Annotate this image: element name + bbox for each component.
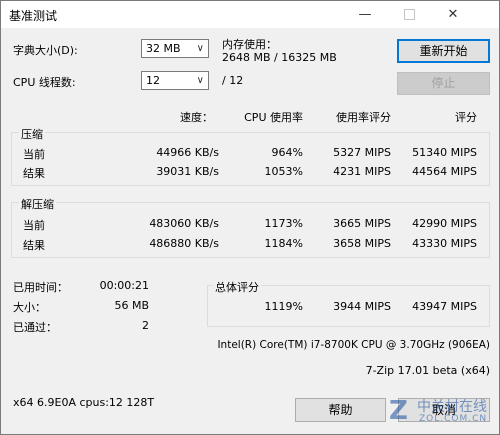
cpu-info: Intel(R) Core(TM) i7-8700K CPU @ 3.70GHz… [217, 339, 490, 351]
zol-logo-icon: Z [389, 396, 408, 426]
window-title: 基准测试 [9, 9, 58, 23]
elapsed-time-label: 已用时间： [13, 281, 68, 294]
cpu-usage-value: 1184% [264, 237, 303, 250]
dict-size-select[interactable]: 32 MB ∨ [141, 39, 209, 58]
zol-watermark: Z 中关村在线 ZOL.COM.CN [389, 394, 497, 432]
memory-usage-value: 2648 MB / 16325 MB [222, 51, 337, 64]
total-cpu-usage-value: 1119% [264, 300, 303, 313]
size-label: 大小： [13, 301, 46, 314]
rating-usage-value: 3665 MIPS [333, 217, 391, 230]
col-speed-header: 速度： [180, 111, 213, 124]
rating-usage-value: 5327 MIPS [333, 146, 391, 159]
total-rating-usage-value: 3944 MIPS [333, 300, 391, 313]
watermark-cn: 中关村在线 [417, 399, 487, 415]
help-button[interactable]: 帮助 [295, 398, 386, 422]
rating-usage-value: 4231 MIPS [333, 165, 391, 178]
rating-value: 51340 MIPS [412, 146, 477, 159]
system-info: x64 6.9E0A cpus:12 128T [13, 396, 155, 409]
passes-label: 已通过： [13, 321, 57, 334]
chevron-down-icon: ∨ [196, 43, 204, 54]
cpu-usage-value: 1173% [264, 217, 303, 230]
row-label: 结果 [23, 239, 45, 252]
cpu-threads-total: / 12 [222, 74, 244, 87]
size-value: 56 MB [114, 299, 149, 312]
rating-usage-value: 3658 MIPS [333, 237, 391, 250]
rating-value: 43330 MIPS [412, 237, 477, 250]
version-info: 7-Zip 17.01 beta (x64) [365, 364, 490, 377]
total-rating-title: 总体评分 [213, 279, 261, 295]
cpu-usage-value: 964% [271, 146, 303, 159]
restart-button[interactable]: 重新开始 [397, 39, 490, 63]
row-label: 当前 [23, 148, 45, 161]
cpu-threads-value: 12 [146, 74, 160, 87]
chevron-down-icon: ∨ [196, 75, 204, 86]
close-icon[interactable]: ✕ [431, 1, 475, 28]
row-label: 结果 [23, 167, 45, 180]
compress-title: 压缩 [19, 126, 45, 142]
cpu-threads-select[interactable]: 12 ∨ [141, 71, 209, 90]
col-cpu-usage-header: CPU 使用率 [244, 111, 303, 124]
dict-size-label: 字典大小(D): [13, 44, 78, 57]
benchmark-window: 基准测试 — ✕ 字典大小(D): 32 MB ∨ 内存使用： 2648 MB … [0, 0, 500, 435]
minimize-icon[interactable]: — [343, 1, 387, 28]
speed-value: 483060 KB/s [149, 217, 219, 230]
dict-size-value: 32 MB [146, 42, 181, 55]
speed-value: 44966 KB/s [156, 146, 219, 159]
cpu-usage-value: 1053% [264, 165, 303, 178]
passes-value: 2 [142, 319, 149, 332]
row-label: 当前 [23, 219, 45, 232]
col-rating-header: 评分 [455, 111, 477, 124]
rating-value: 44564 MIPS [412, 165, 477, 178]
col-rating-usage-header: 使用率评分 [336, 111, 391, 124]
watermark-en: ZOL.COM.CN [419, 414, 488, 424]
speed-value: 486880 KB/s [149, 237, 219, 250]
memory-usage-label: 内存使用： [222, 38, 277, 51]
speed-value: 39031 KB/s [156, 165, 219, 178]
cpu-threads-label: CPU 线程数: [13, 76, 76, 89]
decompress-title: 解压缩 [19, 196, 56, 212]
elapsed-time-value: 00:00:21 [99, 279, 149, 292]
rating-value: 42990 MIPS [412, 217, 477, 230]
maximize-icon[interactable] [387, 1, 431, 28]
title-bar: 基准测试 — ✕ [1, 1, 499, 28]
total-rating-value: 43947 MIPS [412, 300, 477, 313]
stop-button[interactable]: 停止 [397, 72, 490, 95]
